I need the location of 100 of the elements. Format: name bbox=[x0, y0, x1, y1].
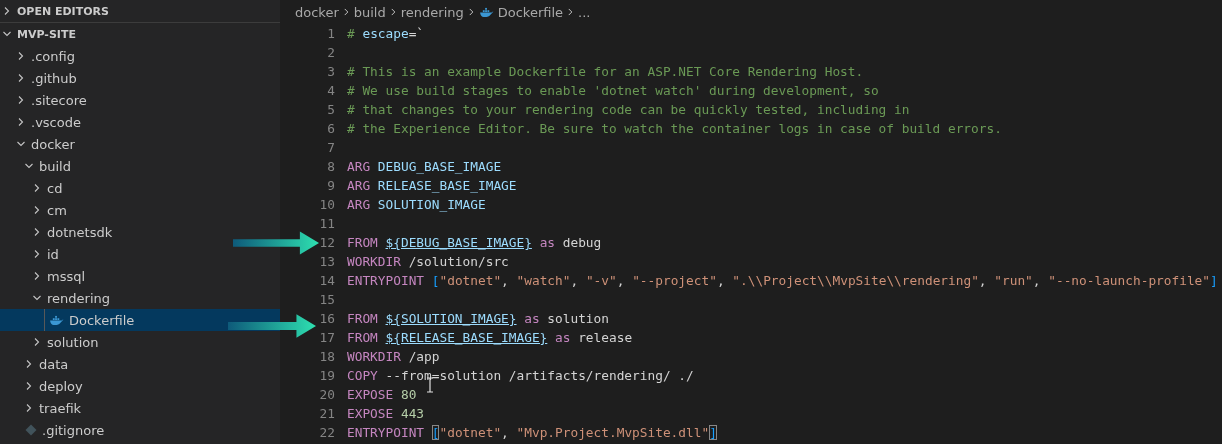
code-string: ".\\Project\\MvpSite\\rendering" bbox=[732, 273, 979, 288]
tree-item[interactable]: rendering bbox=[0, 287, 280, 309]
tree-item[interactable]: Dockerfile bbox=[0, 309, 280, 331]
line-number: 19 bbox=[318, 368, 336, 383]
code-keyword: ENTRYPOINT bbox=[347, 273, 425, 288]
line-number: 1 bbox=[326, 26, 336, 41]
code-string: "--project" bbox=[632, 273, 717, 288]
code-string: "Mvp.Project.MvpSite.dll" bbox=[516, 425, 710, 440]
code-bracket: ] bbox=[1210, 273, 1218, 288]
line-number: 10 bbox=[318, 197, 336, 212]
tree-item[interactable]: .gitignore bbox=[0, 419, 280, 441]
line-number: 22 bbox=[318, 425, 336, 440]
chevron-icon bbox=[389, 7, 397, 17]
tree-item[interactable]: mssql bbox=[0, 265, 280, 287]
code-text: =` bbox=[408, 26, 425, 41]
code-text: , bbox=[1032, 273, 1041, 288]
tree-item[interactable]: cm bbox=[0, 199, 280, 221]
tree-item[interactable]: cd bbox=[0, 177, 280, 199]
code-string: "dotnet" bbox=[439, 273, 502, 288]
tree-item[interactable]: .github bbox=[0, 67, 280, 89]
code-text: debug bbox=[562, 235, 602, 250]
code-variable: DEBUG_BASE_IMAGE bbox=[377, 159, 502, 174]
tree-item[interactable]: traefik bbox=[0, 397, 280, 419]
code-text: , bbox=[978, 273, 987, 288]
code-link[interactable]: ${RELEASE_BASE_IMAGE} bbox=[385, 330, 548, 345]
line-number: 3 bbox=[326, 64, 336, 79]
item-label: cm bbox=[47, 202, 67, 218]
line-number: 15 bbox=[318, 292, 336, 307]
item-label: docker bbox=[31, 136, 75, 152]
tree-item[interactable]: solution bbox=[0, 331, 280, 353]
chevron-icon bbox=[342, 7, 350, 17]
code-keyword: WORKDIR bbox=[347, 254, 401, 269]
line-number: 8 bbox=[326, 159, 336, 174]
code-string: "dotnet" bbox=[439, 425, 502, 440]
item-label: .vscode bbox=[31, 114, 81, 130]
code-keyword: EXPOSE bbox=[347, 406, 394, 421]
section-header[interactable]: MVP-SITE bbox=[0, 23, 280, 45]
code-keyword: ARG bbox=[347, 159, 371, 174]
code-comment: # the Experience Editor. Be sure to watch the container logs in case of build errors. bbox=[347, 121, 1002, 136]
line-number: 17 bbox=[318, 330, 336, 345]
code-text: , bbox=[501, 425, 509, 440]
code-bracket: [ bbox=[431, 425, 440, 440]
code-text: release bbox=[578, 330, 633, 345]
code-variable: SOLUTION_IMAGE bbox=[377, 197, 486, 212]
code-link[interactable]: ${DEBUG_BASE_IMAGE} bbox=[385, 235, 532, 250]
code-keyword: as bbox=[524, 311, 540, 326]
tree-item[interactable]: .vscode bbox=[0, 111, 280, 133]
item-label: data bbox=[39, 356, 69, 372]
tree-item[interactable]: deploy bbox=[0, 375, 280, 397]
tree-item[interactable]: build bbox=[0, 155, 280, 177]
section-title: OPEN EDITORS bbox=[17, 4, 109, 18]
code-text: , bbox=[716, 273, 725, 288]
tree-item[interactable]: dotnetsdk bbox=[0, 221, 280, 243]
code-text: --from=solution /artifacts/rendering/ ./ bbox=[385, 368, 694, 383]
code-comment: # that changes to your rendering code can be quickly tested, including in bbox=[347, 102, 910, 117]
item-label: .sitecore bbox=[31, 92, 87, 108]
breadcrumb-item[interactable]: ... bbox=[578, 4, 591, 20]
section-title: MVP-SITE bbox=[17, 27, 76, 41]
line-number: 5 bbox=[326, 102, 336, 117]
code-keyword: ARG bbox=[347, 178, 371, 193]
chevron-icon bbox=[467, 7, 475, 17]
item-label: deploy bbox=[39, 378, 83, 394]
code-text: , bbox=[570, 273, 579, 288]
code-keyword: ENTRYPOINT bbox=[347, 425, 425, 440]
code-keyword: FROM bbox=[347, 330, 378, 345]
code-keyword: as bbox=[555, 330, 571, 345]
code-string: "--no-launch-profile" bbox=[1048, 273, 1211, 288]
line-number: 18 bbox=[318, 349, 336, 364]
item-label: .config bbox=[31, 48, 75, 64]
breadcrumb-item[interactable]: Dockerfile bbox=[497, 4, 564, 20]
code-text: , bbox=[501, 273, 509, 288]
code-number: 80 bbox=[400, 387, 417, 402]
item-label: rendering bbox=[47, 290, 110, 306]
tree-item[interactable]: .sitecore bbox=[0, 89, 280, 111]
code-link[interactable]: ${SOLUTION_IMAGE} bbox=[385, 311, 517, 326]
code-keyword: WORKDIR bbox=[347, 349, 401, 364]
code-comment: # bbox=[347, 26, 355, 41]
breadcrumb-item[interactable]: build bbox=[353, 4, 386, 20]
code-number: 443 bbox=[400, 406, 425, 421]
tree-item[interactable]: .config bbox=[0, 45, 280, 67]
code-keyword: COPY bbox=[347, 368, 378, 383]
tree-item[interactable]: data bbox=[0, 353, 280, 375]
code-text: solution bbox=[547, 311, 609, 326]
code-keyword: EXPOSE bbox=[347, 387, 394, 402]
breadcrumb-item[interactable]: rendering bbox=[400, 4, 464, 20]
line-number: 20 bbox=[318, 387, 336, 402]
line-number: 2 bbox=[326, 45, 336, 60]
item-label: .gitignore bbox=[42, 422, 105, 438]
code-keyword: FROM bbox=[347, 311, 378, 326]
item-label: id bbox=[47, 246, 59, 262]
code-bracket: ] bbox=[709, 425, 717, 440]
tree-item[interactable]: id bbox=[0, 243, 280, 265]
code-bracket: [ bbox=[431, 273, 440, 288]
tree-item[interactable]: docker bbox=[0, 133, 280, 155]
section-header[interactable]: OPEN EDITORS bbox=[0, 0, 280, 23]
whale-icon bbox=[478, 6, 494, 18]
code-string: "run" bbox=[994, 273, 1033, 288]
chevron-icon bbox=[567, 7, 575, 17]
code-text: /solution/src bbox=[408, 254, 509, 269]
breadcrumb-item[interactable]: docker bbox=[295, 4, 339, 20]
